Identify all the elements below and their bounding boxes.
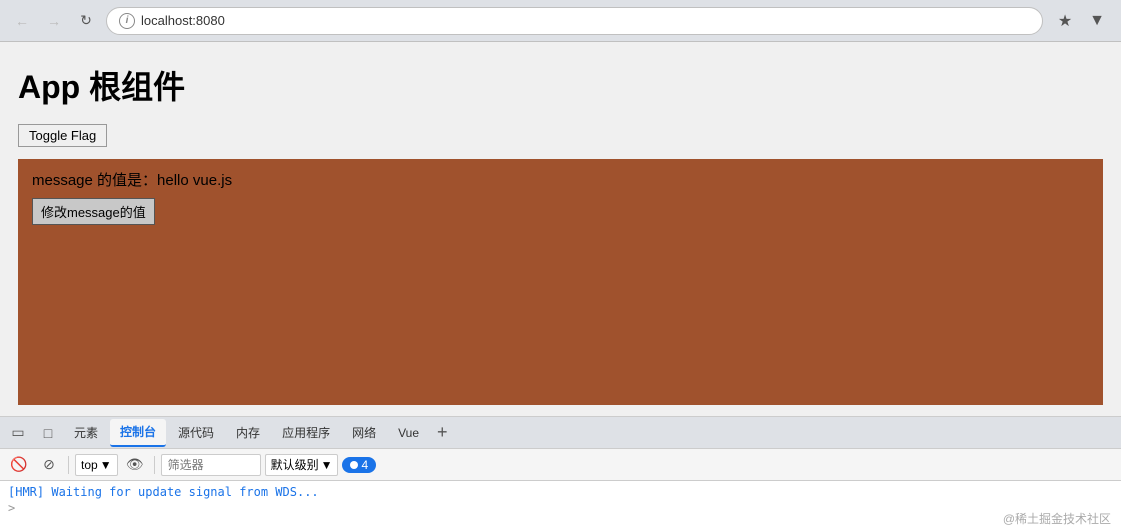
eye-icon[interactable]: 👁	[122, 452, 148, 478]
tab-network[interactable]: 网络	[342, 419, 386, 447]
console-prompt[interactable]: >	[8, 501, 1113, 515]
toolbar-separator	[68, 456, 69, 474]
log-level-chevron: ▼	[321, 458, 333, 472]
devtools-toolbar: 🚫 ⊘ top ▼ 👁 默认级别 ▼ 4	[0, 449, 1121, 481]
devtools-tab-bar: ▭ □ 元素 控制台 源代码 内存 应用程序 网络 Vue +	[0, 417, 1121, 449]
tab-elements[interactable]: 元素	[64, 419, 108, 447]
back-button[interactable]: ←	[10, 9, 34, 33]
reload-button[interactable]: ↻	[74, 9, 98, 33]
clear-console-button[interactable]: 🚫	[6, 452, 32, 478]
tab-console[interactable]: 控制台	[110, 419, 166, 447]
toggle-flag-button[interactable]: Toggle Flag	[18, 124, 107, 147]
count-dot	[350, 461, 358, 469]
console-settings-button[interactable]: ⊘	[36, 452, 62, 478]
menu-icon[interactable]: ▼	[1083, 7, 1111, 35]
tab-application[interactable]: 应用程序	[272, 419, 340, 447]
modify-message-button[interactable]: 修改message的值	[32, 198, 155, 225]
context-chevron: ▼	[100, 458, 112, 472]
message-count-badge: 4	[342, 457, 376, 473]
log-level-label: 默认级别	[271, 456, 319, 473]
console-output: [HMR] Waiting for update signal from WDS…	[0, 481, 1121, 531]
devtools-inspect-icon[interactable]: □	[34, 419, 62, 447]
context-selector[interactable]: top ▼	[75, 454, 118, 476]
message-count: 4	[361, 458, 368, 472]
info-icon: i	[119, 13, 135, 29]
tab-vue[interactable]: Vue	[388, 419, 429, 447]
tab-source[interactable]: 源代码	[168, 419, 224, 447]
add-tab-button[interactable]: +	[431, 422, 454, 443]
message-text: message 的值是：hello vue.js	[32, 169, 1089, 190]
toolbar-separator2	[154, 456, 155, 474]
page-content: App 根组件 Toggle Flag message 的值是：hello vu…	[0, 42, 1121, 401]
address-bar[interactable]: i localhost:8080	[106, 7, 1043, 35]
url-text: localhost:8080	[141, 13, 225, 28]
devtools-device-icon[interactable]: ▭	[4, 419, 32, 447]
forward-button[interactable]: →	[42, 9, 66, 33]
browser-chrome: ← → ↻ i localhost:8080 ★ ▼	[0, 0, 1121, 42]
log-level-selector[interactable]: 默认级别 ▼	[265, 454, 339, 476]
browser-actions: ★ ▼	[1051, 7, 1111, 35]
filter-input[interactable]	[161, 454, 261, 476]
console-line: [HMR] Waiting for update signal from WDS…	[8, 485, 1113, 499]
bookmark-icon[interactable]: ★	[1051, 7, 1079, 35]
devtools-panel: ▭ □ 元素 控制台 源代码 内存 应用程序 网络 Vue + 🚫 ⊘ top …	[0, 416, 1121, 531]
context-label: top	[81, 458, 98, 472]
page-title: App 根组件	[18, 62, 1103, 108]
tab-memory[interactable]: 内存	[226, 419, 270, 447]
message-section: message 的值是：hello vue.js 修改message的值	[18, 159, 1103, 235]
brown-background-area	[18, 235, 1103, 405]
watermark: @稀土掘金技术社区	[1003, 510, 1111, 527]
